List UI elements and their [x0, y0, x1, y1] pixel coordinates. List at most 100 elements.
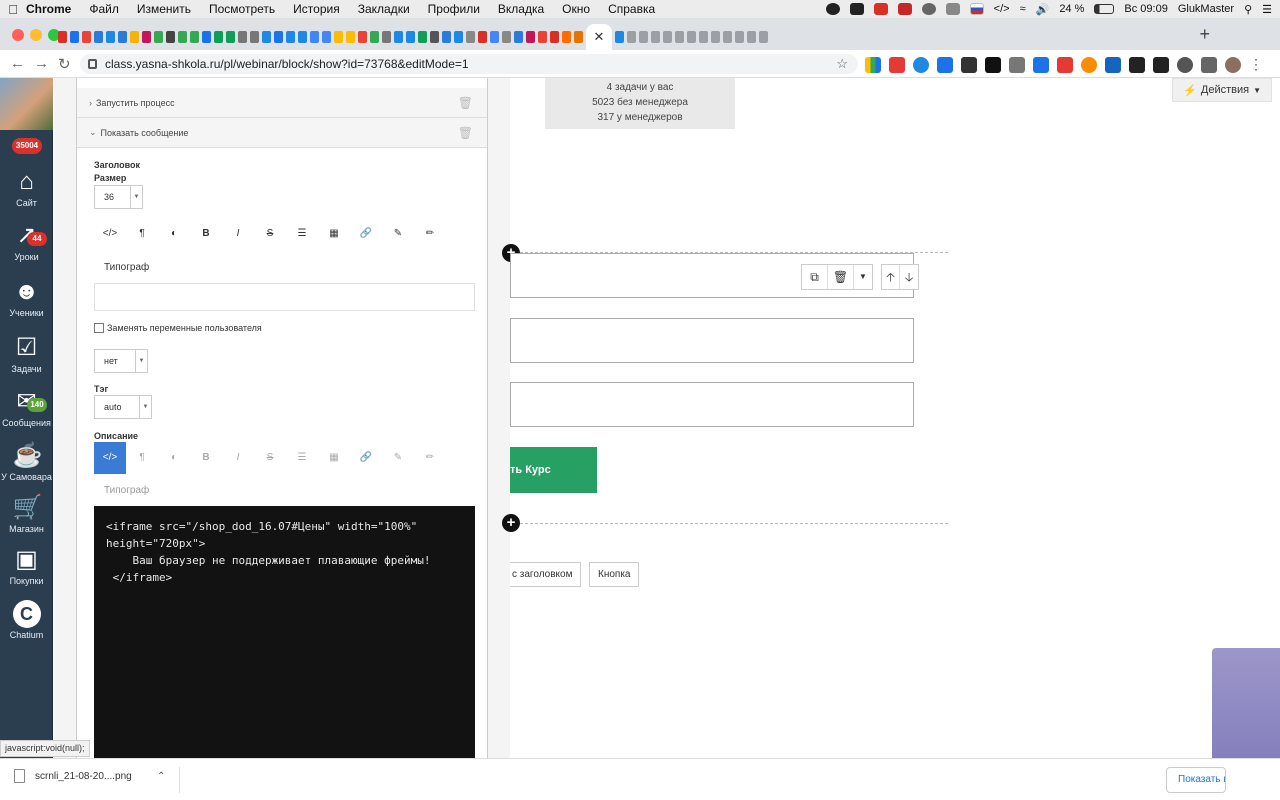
- tab-favicon[interactable]: [574, 31, 583, 43]
- tab-favicon[interactable]: [466, 31, 475, 43]
- xp-extension-icon[interactable]: [961, 56, 977, 73]
- menubar-user[interactable]: GlukMaster: [1178, 3, 1234, 15]
- tab-favicon[interactable]: [675, 31, 684, 43]
- tab-favicon[interactable]: [358, 31, 367, 43]
- tab-favicon[interactable]: [166, 31, 175, 43]
- typograph-label[interactable]: Типограф: [104, 262, 149, 273]
- menu-view[interactable]: Посмотреть: [209, 2, 275, 16]
- replace-vars-row[interactable]: Заменять переменные пользователя: [94, 323, 262, 333]
- kebab-menu-icon[interactable]: ⋮: [1249, 56, 1263, 73]
- italic-icon[interactable]: I: [222, 442, 254, 474]
- app-badge-icon[interactable]: [873, 3, 888, 15]
- creative-cloud-icon[interactable]: [825, 3, 840, 15]
- chevron-up-icon[interactable]: ⌃: [157, 771, 165, 782]
- tab-favicon[interactable]: [711, 31, 720, 43]
- bluetooth-icon[interactable]: [945, 3, 960, 15]
- tab-favicon[interactable]: [442, 31, 451, 43]
- reload-icon[interactable]: ↻: [58, 55, 71, 73]
- plus-extension-icon[interactable]: [889, 56, 905, 73]
- wifi-icon[interactable]: ≈: [1020, 3, 1026, 15]
- arrow-up-icon[interactable]: 🡡: [882, 265, 900, 289]
- tab-favicon[interactable]: [310, 31, 319, 43]
- battery-icon[interactable]: [1094, 4, 1115, 14]
- tab-favicon[interactable]: [490, 31, 499, 43]
- tab-favicon[interactable]: [130, 31, 139, 43]
- circle-extension-icon[interactable]: [1177, 56, 1193, 73]
- sidebar-item-shop[interactable]: 🛒 Магазин: [0, 490, 53, 542]
- tab-favicon[interactable]: [142, 31, 151, 43]
- code-brackets-icon[interactable]: </>: [994, 3, 1010, 15]
- list-icon[interactable]: ☰: [286, 442, 318, 474]
- tab-favicon[interactable]: [478, 31, 487, 43]
- sidebar-item-chatium[interactable]: C Chatium: [0, 596, 53, 648]
- tab-favicon[interactable]: [82, 31, 91, 43]
- menu-profiles[interactable]: Профили: [428, 2, 480, 16]
- tab-favicon[interactable]: [262, 31, 271, 43]
- new-tab-button[interactable]: +: [1199, 24, 1210, 45]
- caret-down-icon[interactable]: ▼: [854, 265, 872, 289]
- tab-favicon[interactable]: [322, 31, 331, 43]
- tab-favicon[interactable]: [406, 31, 415, 43]
- typograph-label-disabled[interactable]: Типограф: [104, 485, 149, 496]
- heading-text-input[interactable]: [94, 283, 475, 311]
- buy-course-button[interactable]: ть Курс: [510, 447, 597, 493]
- replace-vars-select[interactable]: нет ▼: [94, 349, 148, 373]
- tab-favicon[interactable]: [238, 31, 247, 43]
- tab-favicon[interactable]: [454, 31, 463, 43]
- tab-favicon[interactable]: [723, 31, 732, 43]
- actions-dropdown-button[interactable]: ⚡ Действия ▼: [1172, 78, 1272, 102]
- m-app-icon[interactable]: [897, 3, 912, 15]
- tab-favicon[interactable]: [562, 31, 571, 43]
- tab-favicon[interactable]: [663, 31, 672, 43]
- bold-icon[interactable]: B: [190, 442, 222, 474]
- tab-favicon[interactable]: [370, 31, 379, 43]
- sidebar-item-lessons[interactable]: ↗ Уроки 44: [0, 218, 53, 270]
- puzzle-icon[interactable]: [1201, 56, 1217, 73]
- delete-icon[interactable]: 🗑: [828, 265, 854, 289]
- camera-icon[interactable]: [849, 3, 864, 15]
- tab-favicon[interactable]: [214, 31, 223, 43]
- stats-line[interactable]: 5023 без менеджера: [545, 95, 735, 110]
- tab-favicon[interactable]: [759, 31, 768, 43]
- tab-favicon[interactable]: [735, 31, 744, 43]
- window-minimize-button[interactable]: [30, 29, 42, 41]
- form-field-2[interactable]: [510, 318, 914, 363]
- tag-select[interactable]: auto ▼: [94, 395, 152, 419]
- sidebar-item-purchases[interactable]: ▣ Покупки: [0, 542, 53, 594]
- tab-favicon[interactable]: [538, 31, 547, 43]
- strikethrough-icon[interactable]: S: [254, 218, 286, 250]
- time-machine-icon[interactable]: [921, 3, 936, 15]
- tab-favicon[interactable]: [106, 31, 115, 43]
- brush-icon[interactable]: ✎: [382, 442, 414, 474]
- diamond-extension-icon[interactable]: [1057, 56, 1073, 73]
- tab-favicon[interactable]: [286, 31, 295, 43]
- iq-extension-icon[interactable]: [1033, 56, 1049, 73]
- tab-favicon[interactable]: [514, 31, 523, 43]
- contrast-icon[interactable]: ◐: [158, 218, 190, 250]
- play-extension-icon[interactable]: [1081, 56, 1097, 73]
- menu-help[interactable]: Справка: [608, 2, 655, 16]
- italic-icon[interactable]: I: [222, 218, 254, 250]
- tab-favicon[interactable]: [298, 31, 307, 43]
- tab-favicon[interactable]: [58, 31, 67, 43]
- button-option[interactable]: Кнопка: [589, 562, 640, 587]
- menu-bookmarks[interactable]: Закладки: [358, 2, 410, 16]
- sidebar-item-samovar[interactable]: ☕ У Самовара: [0, 438, 53, 490]
- paragraph-icon[interactable]: ¶: [126, 218, 158, 250]
- process-row-show-message[interactable]: ⌄ Показать сообщение 🗑: [77, 118, 487, 148]
- menubar-clock[interactable]: Вс 09:09: [1124, 3, 1167, 15]
- copy-icon[interactable]: ⧉: [802, 265, 828, 289]
- tab-favicon[interactable]: [651, 31, 660, 43]
- at-extension-icon[interactable]: [913, 56, 929, 73]
- stats-line[interactable]: 317 у менеджеров: [545, 110, 735, 125]
- sidebar-item-tasks[interactable]: ☑ Задачи: [0, 330, 53, 382]
- tab-favicon[interactable]: [615, 31, 624, 43]
- sidebar-item-students[interactable]: ☻ Ученики: [0, 274, 53, 326]
- contrast-icon[interactable]: ◐: [158, 442, 190, 474]
- bookmark-star-icon[interactable]: ☆: [836, 56, 848, 72]
- back-arrow-icon[interactable]: ←: [10, 55, 25, 72]
- lock-icon[interactable]: [88, 59, 97, 69]
- arrow-down-icon[interactable]: 🡣: [900, 265, 918, 289]
- pencil-icon[interactable]: ✏: [414, 218, 446, 250]
- show-all-downloads-button[interactable]: Показать все: [1166, 767, 1226, 793]
